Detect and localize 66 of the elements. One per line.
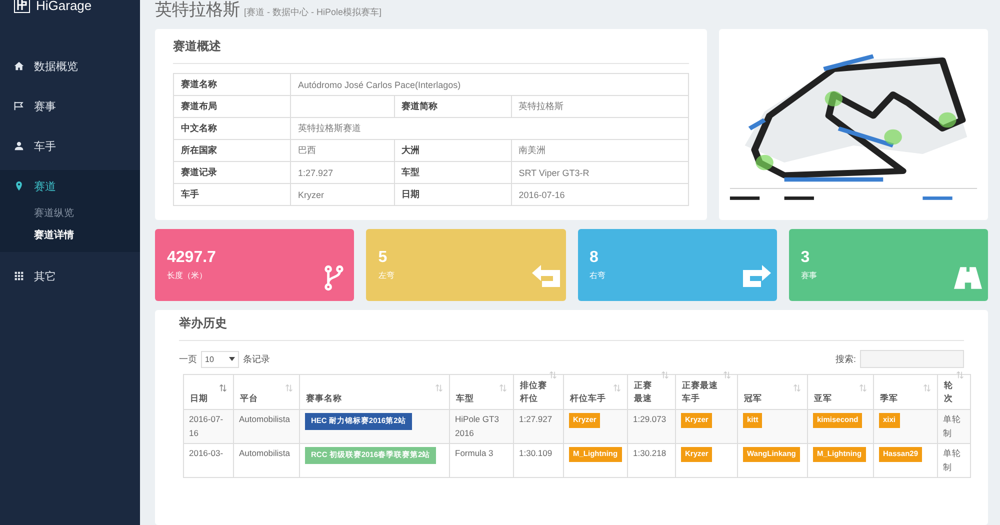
table-cell: 赛道简称 xyxy=(394,96,512,118)
table-cell: 1:29.073 xyxy=(628,410,676,444)
nav-item[interactable]: 车手 xyxy=(0,130,140,162)
table-cell: 单轮制 xyxy=(938,410,970,444)
table-cell: SRT Viper GT3-R xyxy=(511,162,688,184)
stat-value: 5 xyxy=(378,249,388,267)
nav-item[interactable]: 赛事 xyxy=(0,90,140,122)
table-cell: 1:30.218 xyxy=(628,444,676,478)
caret-icon xyxy=(229,357,235,361)
search-label: 搜索: xyxy=(835,352,856,366)
table-cell: 巴西 xyxy=(290,140,394,162)
table-cell: 1:30.109 xyxy=(514,444,564,478)
stat-value: 8 xyxy=(590,249,600,267)
table-cell: 2016-07-16 xyxy=(184,410,234,444)
table-cell: 英特拉格斯 xyxy=(511,96,688,118)
table-cell: HiPole GT3 2016 xyxy=(450,410,514,444)
stat-label: 赛事 xyxy=(800,270,818,281)
table-cell: 大洲 xyxy=(394,140,512,162)
user-icon xyxy=(14,141,24,151)
stat-label: 左弯 xyxy=(378,270,396,281)
grid-icon xyxy=(14,271,24,281)
stat-label: 长度（米） xyxy=(167,270,208,281)
table-cell: 所在国家 xyxy=(174,140,290,162)
card-title: 举办历史 xyxy=(179,312,964,341)
stat-value: 4297.7 xyxy=(167,249,217,267)
page-length-select[interactable]: 10 xyxy=(201,350,239,368)
table-cell: 单轮制 xyxy=(938,444,970,478)
breadcrumb: [赛道 - 数据中心 - HiPole模拟赛车] xyxy=(244,6,382,19)
table-cell: Automobilista xyxy=(234,410,300,444)
table-cell: 2016-07-16 xyxy=(511,184,688,206)
page-title: 英特拉格斯 xyxy=(155,0,240,20)
table-cell: 1:27.927 xyxy=(290,162,394,184)
nav-subitem[interactable]: 赛道纵览 xyxy=(0,202,140,224)
length-label: 条记录 xyxy=(243,352,270,366)
table-cell: 中文名称 xyxy=(174,118,290,140)
road-icon xyxy=(954,265,982,291)
table-cell: Automobilista xyxy=(234,444,300,478)
length-label: 一页 xyxy=(179,352,197,366)
table-cell: 1:27.927 xyxy=(514,410,564,444)
brand-name: HiGarage xyxy=(36,0,92,12)
stat-value: 3 xyxy=(800,249,811,267)
table-cell: Kryzer xyxy=(290,184,394,206)
table-cell: 车手 xyxy=(174,184,290,206)
table-cell: Autódromo José Carlos Pace(Interlagos) xyxy=(290,74,688,96)
table-cell: 车型 xyxy=(394,162,512,184)
table-cell: 日期 xyxy=(394,184,512,206)
logo-icon xyxy=(14,0,30,13)
table-cell: 赛道记录 xyxy=(174,162,290,184)
pin-icon xyxy=(14,181,24,191)
column-header[interactable]: 赛事名称 xyxy=(300,374,450,410)
search-field[interactable] xyxy=(860,350,964,368)
home-icon xyxy=(14,61,24,71)
table-cell: 南美洲 xyxy=(511,140,688,162)
nav-item[interactable]: 赛道 xyxy=(0,170,140,202)
table-cell: 英特拉格斯赛道 xyxy=(290,118,688,140)
table-cell: 赛道布局 xyxy=(174,96,290,118)
nav-item[interactable]: 数据概览 xyxy=(0,50,140,82)
nav-subitem[interactable]: 赛道详情 xyxy=(0,224,140,246)
table-cell: Formula 3 xyxy=(450,444,514,478)
stat-label: 右弯 xyxy=(590,270,606,281)
card-title: 赛道概述 xyxy=(173,35,689,64)
table-cell: 2016-03- xyxy=(184,444,234,478)
table-cell: 赛道名称 xyxy=(174,74,290,96)
nav-item[interactable]: 其它 xyxy=(0,260,140,292)
flag-icon xyxy=(14,101,24,111)
column-header[interactable]: 日期 xyxy=(184,374,234,410)
